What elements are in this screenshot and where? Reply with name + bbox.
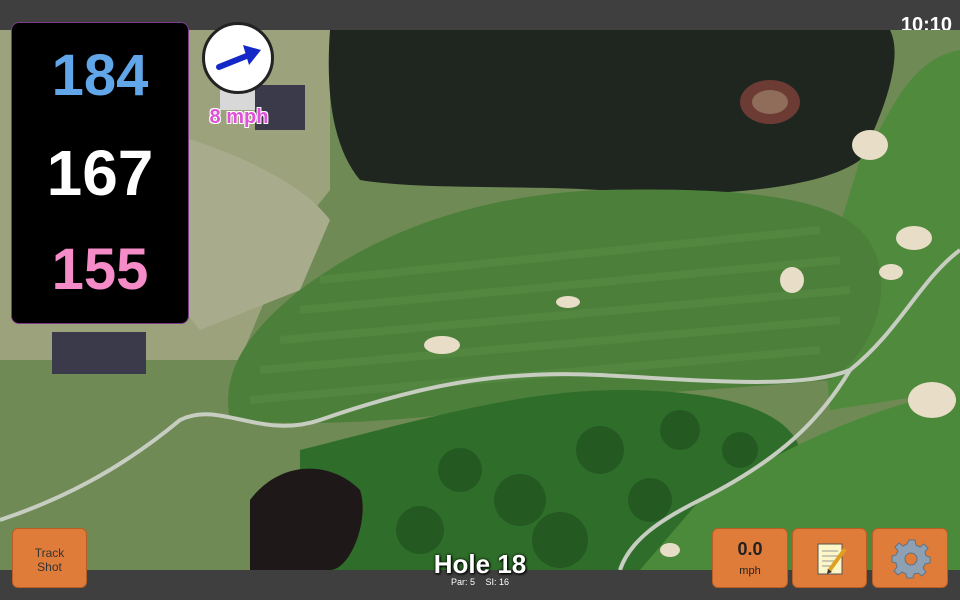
track-shot-label-line1: Track [34,546,65,560]
arrow-icon [216,45,261,70]
stroke-index-label: SI: 16 [485,577,510,587]
back-distance: 184 [51,43,149,108]
notepad-icon [817,543,847,575]
wind-unit: mph [739,565,761,577]
front-distance: 155 [51,237,149,302]
par-label: Par: 5 [450,577,475,587]
hole-info: Par: 5 SI: 16 [380,577,580,587]
settings-button[interactable] [872,528,948,588]
wind-button[interactable]: 0.0 mph [712,528,788,588]
track-shot-button[interactable]: Track Shot [12,528,87,588]
wind-speed-label: 8 mph [209,106,269,128]
wind-direction-indicator [202,22,274,94]
distance-panel: 184 167 155 [11,22,189,324]
gear-icon [891,539,931,579]
middle-distance: 167 [46,137,154,209]
wind-value: 0.0 [737,539,763,559]
hole-title: Hole 18 [433,549,527,579]
notes-button[interactable] [792,528,867,588]
track-shot-label-line2: Shot [37,560,62,574]
